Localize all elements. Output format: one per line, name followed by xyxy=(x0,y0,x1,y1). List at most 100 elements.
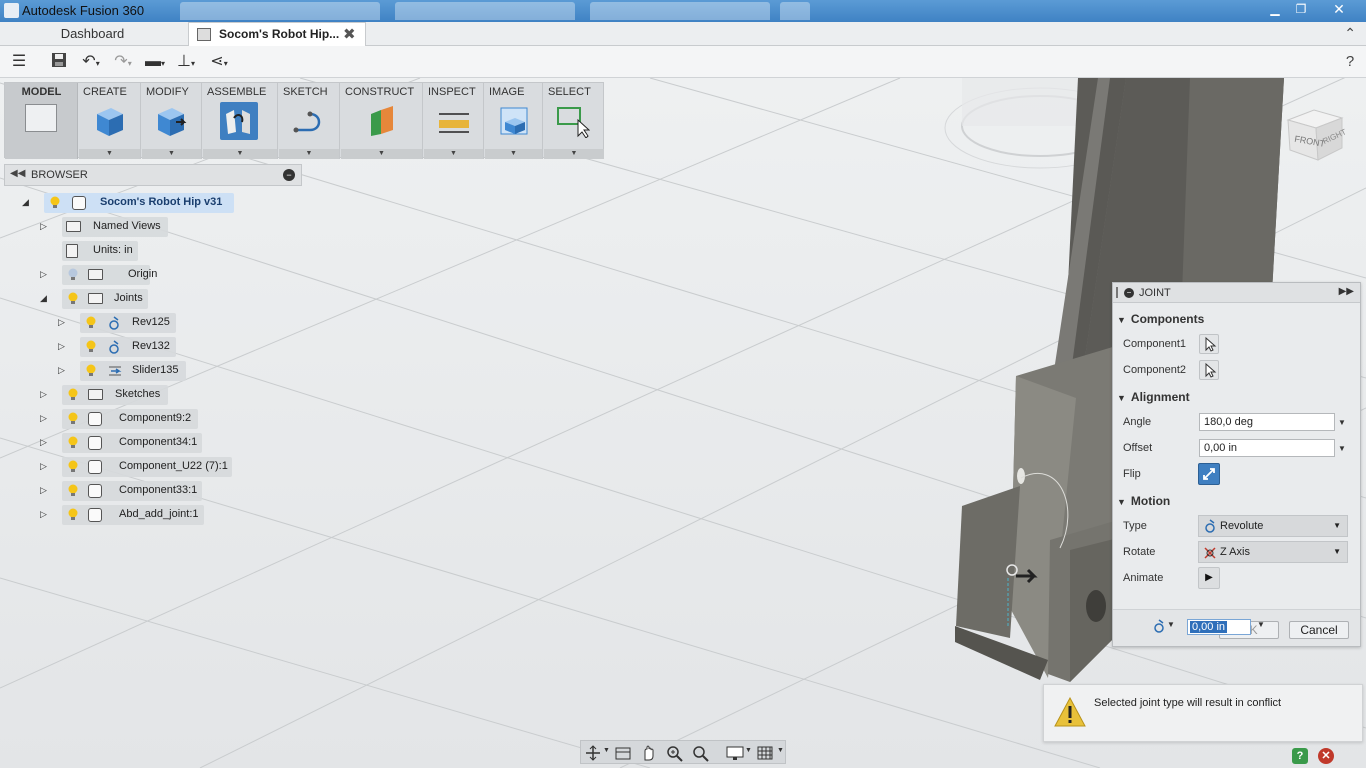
chevron-down-icon[interactable]: ▼ xyxy=(603,747,610,754)
visibility-bulb-icon[interactable] xyxy=(68,436,78,449)
visibility-bulb-icon[interactable] xyxy=(68,460,78,473)
expand-triangle-icon[interactable]: ▷ xyxy=(40,221,50,232)
visibility-bulb-icon[interactable] xyxy=(68,484,78,497)
offset-dropdown-icon[interactable]: ▼ xyxy=(1338,444,1346,453)
angle-input[interactable]: 180,0 deg xyxy=(1199,413,1335,431)
collapse-triangle-icon[interactable]: ◢ xyxy=(22,197,32,208)
offset-input[interactable]: 0,00 in xyxy=(1199,439,1335,457)
visibility-bulb-icon[interactable] xyxy=(68,292,78,305)
cancel-button[interactable]: Cancel xyxy=(1289,621,1349,639)
ribbon-group-modify[interactable]: MODIFY ▼ xyxy=(142,83,202,159)
expand-triangle-icon[interactable]: ▷ xyxy=(40,269,50,280)
angle-dropdown-icon[interactable]: ▼ xyxy=(1338,418,1346,427)
expand-triangle-icon[interactable]: ▷ xyxy=(40,485,50,496)
tree-chip[interactable]: Component34:1 xyxy=(62,433,202,453)
zoom-icon[interactable] xyxy=(665,744,685,762)
minimize-panel-icon[interactable]: − xyxy=(283,169,295,181)
tab-dashboard[interactable]: Dashboard xyxy=(0,22,185,46)
visibility-bulb-icon[interactable] xyxy=(86,340,96,353)
redo-icon[interactable]: ↷▾ xyxy=(108,52,138,72)
component1-select-button[interactable] xyxy=(1199,334,1219,354)
tree-chip[interactable]: Rev125 xyxy=(80,313,176,333)
viewcube[interactable]: FRONT RIGHT xyxy=(1284,98,1348,168)
expand-triangle-icon[interactable]: ▷ xyxy=(58,365,68,376)
dropdown-chevron[interactable]: ▼ xyxy=(544,149,604,159)
rotate-select[interactable]: Z Axis ▼ xyxy=(1198,541,1348,563)
ribbon-group-assemble[interactable]: ASSEMBLE ▼ xyxy=(203,83,278,159)
tree-root-chip[interactable]: Socom's Robot Hip v31 xyxy=(44,193,234,213)
chevron-down-icon[interactable]: ▼ xyxy=(1257,620,1265,629)
tree-chip[interactable]: Component9:2 xyxy=(62,409,198,429)
menu-icon[interactable]: ☰ xyxy=(8,52,30,72)
expand-triangle-icon[interactable]: ▷ xyxy=(58,341,68,352)
chevron-up-icon[interactable]: ⌃ xyxy=(1344,25,1356,42)
tree-chip[interactable]: Abd_add_joint:1 xyxy=(62,505,204,525)
visibility-bulb-icon[interactable] xyxy=(68,268,78,281)
workspace-switcher[interactable]: MODEL xyxy=(5,83,78,159)
type-select[interactable]: Revolute ▼ xyxy=(1198,515,1348,537)
collapse-panel-icon[interactable]: ◀◀ xyxy=(10,168,25,179)
minimize-icon[interactable]: ▁ xyxy=(1262,0,1288,18)
tree-chip[interactable]: Component_U22 (7):1 xyxy=(62,457,232,477)
data-panel-icon[interactable]: ⊥▾ xyxy=(172,52,200,72)
orbit-icon[interactable] xyxy=(583,744,603,762)
dialog-header[interactable]: − JOINT ▶▶ xyxy=(1113,283,1360,303)
expand-triangle-icon[interactable]: ▷ xyxy=(40,437,50,448)
tree-chip[interactable]: Units: in xyxy=(62,241,138,261)
visibility-bulb-icon[interactable] xyxy=(68,412,78,425)
help-icon[interactable]: ? xyxy=(1340,52,1360,72)
ribbon-group-sketch[interactable]: SKETCH ▼ xyxy=(279,83,340,159)
section-alignment-header[interactable]: ▼ Alignment xyxy=(1117,390,1190,404)
tree-chip[interactable]: Rev132 xyxy=(80,337,176,357)
fit-icon[interactable] xyxy=(691,744,711,762)
chevron-down-icon[interactable]: ▼ xyxy=(1167,620,1175,629)
expand-dialog-icon[interactable]: ▶▶ xyxy=(1339,286,1354,297)
tree-chip[interactable]: Joints xyxy=(62,289,148,309)
look-at-icon[interactable] xyxy=(613,744,633,762)
chevron-down-icon[interactable]: ▼ xyxy=(777,747,784,754)
dropdown-chevron[interactable]: ▼ xyxy=(424,149,483,159)
display-settings-icon[interactable] xyxy=(725,744,745,762)
chevron-down-icon[interactable]: ▼ xyxy=(745,747,752,754)
expand-triangle-icon[interactable]: ▷ xyxy=(40,389,50,400)
dropdown-chevron[interactable]: ▼ xyxy=(341,149,422,159)
ribbon-group-image[interactable]: IMAGE ▼ xyxy=(485,83,543,159)
error-icon[interactable]: ✕ xyxy=(1318,748,1334,764)
component2-select-button[interactable] xyxy=(1199,360,1219,380)
expand-triangle-icon[interactable]: ▷ xyxy=(40,509,50,520)
ribbon-group-inspect[interactable]: INSPECT ▼ xyxy=(424,83,484,159)
job-status-icon[interactable]: ▬▾ xyxy=(142,52,168,72)
collapse-triangle-icon[interactable]: ◢ xyxy=(40,293,50,304)
tree-chip[interactable]: Component33:1 xyxy=(62,481,202,501)
dropdown-chevron[interactable]: ▼ xyxy=(279,149,339,159)
visibility-bulb-icon[interactable] xyxy=(86,316,96,329)
joint-value-input[interactable]: 0,00 in xyxy=(1187,619,1251,635)
visibility-bulb-icon[interactable] xyxy=(68,508,78,521)
tree-chip[interactable]: Origin xyxy=(62,265,157,285)
dropdown-chevron[interactable]: ▼ xyxy=(79,149,140,159)
close-icon[interactable]: ✕ xyxy=(1326,0,1352,18)
visibility-bulb-icon[interactable] xyxy=(86,364,96,377)
flip-button[interactable] xyxy=(1198,463,1220,485)
visibility-bulb-icon[interactable] xyxy=(68,388,78,401)
ribbon-group-select[interactable]: SELECT ▼ xyxy=(544,83,604,159)
tree-chip[interactable]: Slider135 xyxy=(80,361,186,381)
pan-icon[interactable] xyxy=(639,744,659,762)
revolute-joint-icon[interactable] xyxy=(1153,618,1165,634)
save-icon[interactable] xyxy=(48,52,70,72)
ribbon-group-construct[interactable]: CONSTRUCT ▼ xyxy=(341,83,423,159)
grid-settings-icon[interactable] xyxy=(755,744,775,762)
tab-close-icon[interactable]: ✖ xyxy=(343,25,356,43)
section-motion-header[interactable]: ▼ Motion xyxy=(1117,494,1170,508)
ribbon-group-create[interactable]: CREATE ▼ xyxy=(79,83,141,159)
expand-triangle-icon[interactable]: ▷ xyxy=(40,413,50,424)
dropdown-chevron[interactable]: ▼ xyxy=(485,149,542,159)
minimize-dialog-icon[interactable]: − xyxy=(1124,288,1134,298)
tree-chip[interactable]: Named Views xyxy=(62,217,168,237)
section-components-header[interactable]: ▼ Components xyxy=(1117,312,1204,326)
share-icon[interactable]: ⋖▾ xyxy=(204,52,234,72)
visibility-bulb-icon[interactable] xyxy=(50,196,60,209)
undo-icon[interactable]: ↶▾ xyxy=(76,52,106,72)
dropdown-chevron[interactable]: ▼ xyxy=(203,149,277,159)
expand-triangle-icon[interactable]: ▷ xyxy=(40,461,50,472)
